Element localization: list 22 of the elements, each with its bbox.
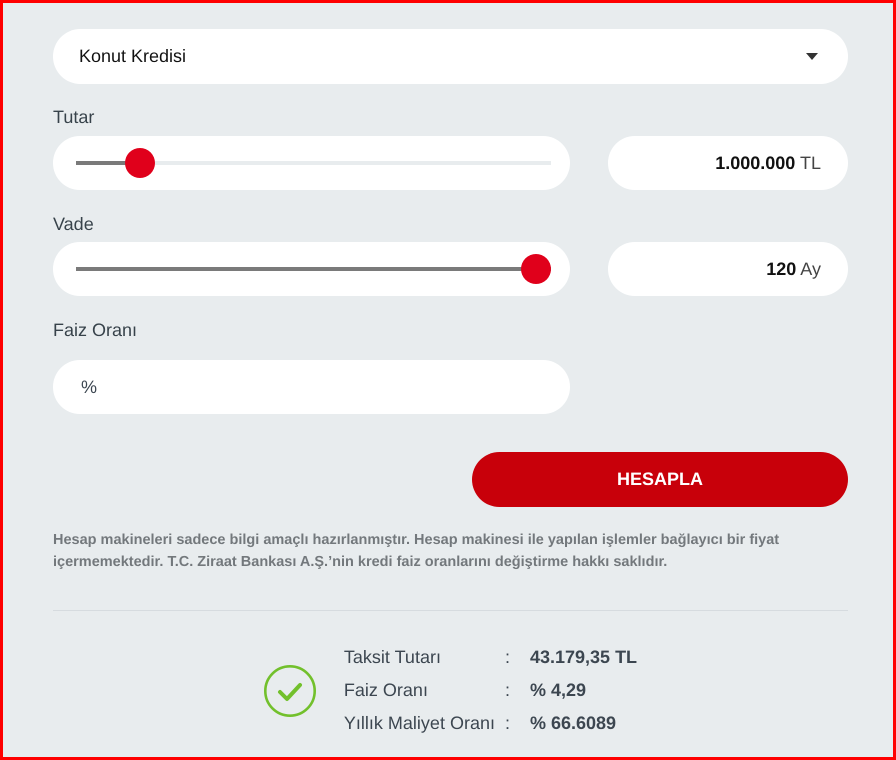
result-value: 43.179,35 TL [530,646,638,669]
field-label: Faiz Oranı [53,319,138,342]
caret-icon [806,53,818,60]
result-label: Taksit Tutarı [344,646,442,669]
amount-field[interactable]: 1.000.000 TL [608,136,848,190]
term-field[interactable]: 120 Ay [608,242,848,296]
field-label: Vade [53,213,95,236]
result-separator: : [504,712,510,735]
result-label: Yıllık Maliyet Oranı [344,712,495,735]
result-label: Faiz Oranı [344,679,429,702]
field-label: Tutar [53,106,96,129]
result-separator: : [504,646,510,669]
result-value: % 66.6089 [530,712,618,735]
disclaimer-text: Hesap makineleri sadece bilgi amaçlı hazırlanmıştır. Hesap makinesi ile yapılan işlemler bağlayıcı bir fiyat içermemektedir. T.C. Ziraat Bankası A.Ş.’nin kredi faiz oranlarını değiştirme hakkı saklıdır. [53,531,780,572]
result-value: % 4,29 [530,679,588,702]
result-separator: : [504,679,510,702]
calculate-button[interactable]: HESAPLA [472,452,848,507]
interest-rate-field[interactable]: % [53,360,570,414]
slider-thumb[interactable] [521,254,551,284]
check-circle-icon [264,664,316,716]
slider-thumb[interactable] [124,148,155,178]
loan-type-dropdown[interactable]: Konut Kredisi [53,29,848,84]
